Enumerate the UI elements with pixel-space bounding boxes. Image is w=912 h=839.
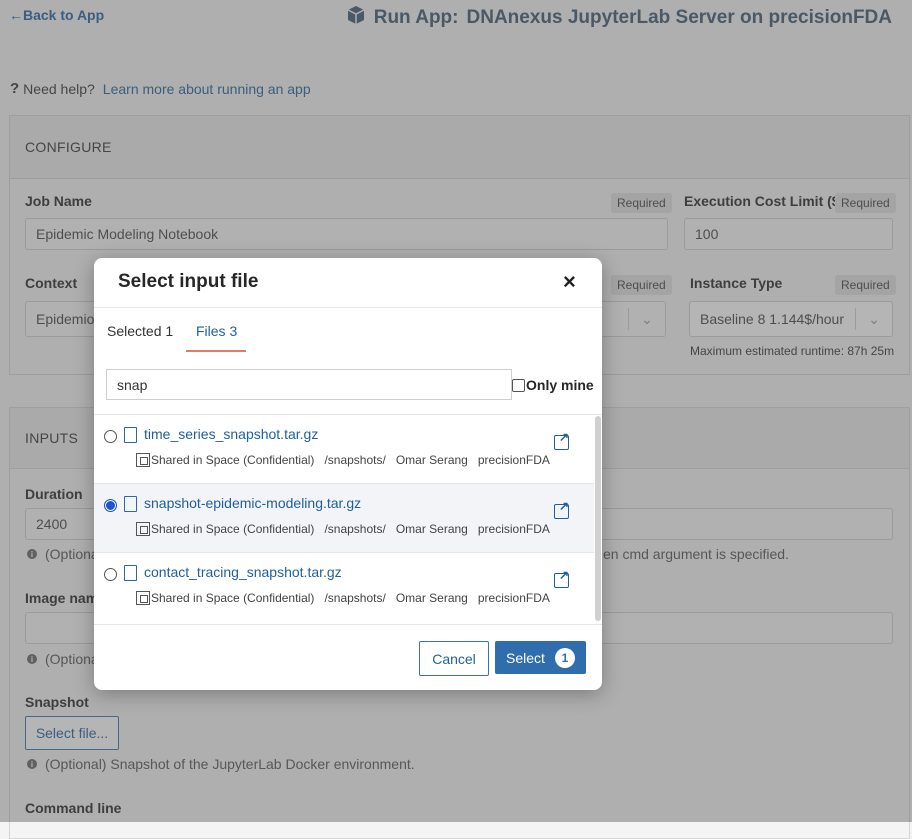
file-meta: Shared in Space (Confidential) /snapshot… [136, 522, 550, 536]
file-list-scrollbar[interactable] [595, 416, 601, 621]
file-row[interactable]: contact_tracing_snapshot.tar.gz Shared i… [94, 553, 594, 621]
radio-button-selected[interactable] [104, 499, 117, 512]
file-space: Shared in Space (Confidential) [151, 453, 315, 467]
file-owner: Omar Serang [395, 591, 468, 605]
external-link-icon[interactable] [554, 499, 569, 519]
modal-footer-divider [94, 624, 602, 625]
file-search-input[interactable]: snap [106, 369, 512, 400]
file-org: precisionFDA [477, 453, 550, 467]
file-icon [124, 565, 137, 581]
checkbox-icon[interactable] [512, 378, 525, 392]
file-path: /snapshots/ [324, 591, 386, 605]
space-icon [136, 453, 150, 467]
tab-files[interactable]: Files 3 [196, 323, 237, 339]
modal-title: Select input file [118, 271, 259, 292]
close-icon[interactable]: × [563, 269, 576, 295]
radio-button[interactable] [104, 430, 117, 443]
only-mine-label: Only mine [526, 377, 594, 393]
tab-selected[interactable]: Selected 1 [107, 323, 173, 339]
selected-count-badge: 1 [554, 647, 575, 668]
file-meta: Shared in Space (Confidential) /snapshot… [136, 453, 550, 467]
file-org: precisionFDA [477, 591, 550, 605]
file-icon [124, 496, 137, 512]
only-mine-checkbox[interactable]: Only mine [512, 377, 594, 393]
select-input-file-modal: Select input file × Selected 1 Files 3 s… [94, 258, 602, 690]
space-icon [136, 591, 150, 605]
file-space: Shared in Space (Confidential) [151, 591, 315, 605]
file-list: time_series_snapshot.tar.gz Shared in Sp… [94, 414, 602, 625]
active-tab-indicator [186, 350, 246, 352]
file-org: precisionFDA [477, 522, 550, 536]
file-row[interactable]: snapshot-epidemic-modeling.tar.gz Shared… [94, 484, 594, 553]
external-link-icon[interactable] [554, 568, 569, 588]
file-row[interactable]: time_series_snapshot.tar.gz Shared in Sp… [94, 415, 594, 484]
file-owner: Omar Serang [395, 522, 468, 536]
select-button-label: Select [506, 649, 545, 666]
file-name-link[interactable]: snapshot-epidemic-modeling.tar.gz [144, 495, 361, 511]
file-meta: Shared in Space (Confidential) /snapshot… [136, 591, 550, 605]
file-path: /snapshots/ [324, 453, 386, 467]
file-name-link[interactable]: time_series_snapshot.tar.gz [144, 426, 318, 442]
file-icon [124, 427, 137, 443]
cancel-button[interactable]: Cancel [419, 641, 489, 676]
select-button[interactable]: Select 1 [495, 641, 586, 674]
file-name-link[interactable]: contact_tracing_snapshot.tar.gz [144, 564, 342, 580]
space-icon [136, 522, 150, 536]
file-space: Shared in Space (Confidential) [151, 522, 315, 536]
external-link-icon[interactable] [554, 430, 569, 450]
file-path: /snapshots/ [324, 522, 386, 536]
radio-button[interactable] [104, 568, 117, 581]
modal-divider [94, 307, 602, 308]
file-owner: Omar Serang [395, 453, 468, 467]
